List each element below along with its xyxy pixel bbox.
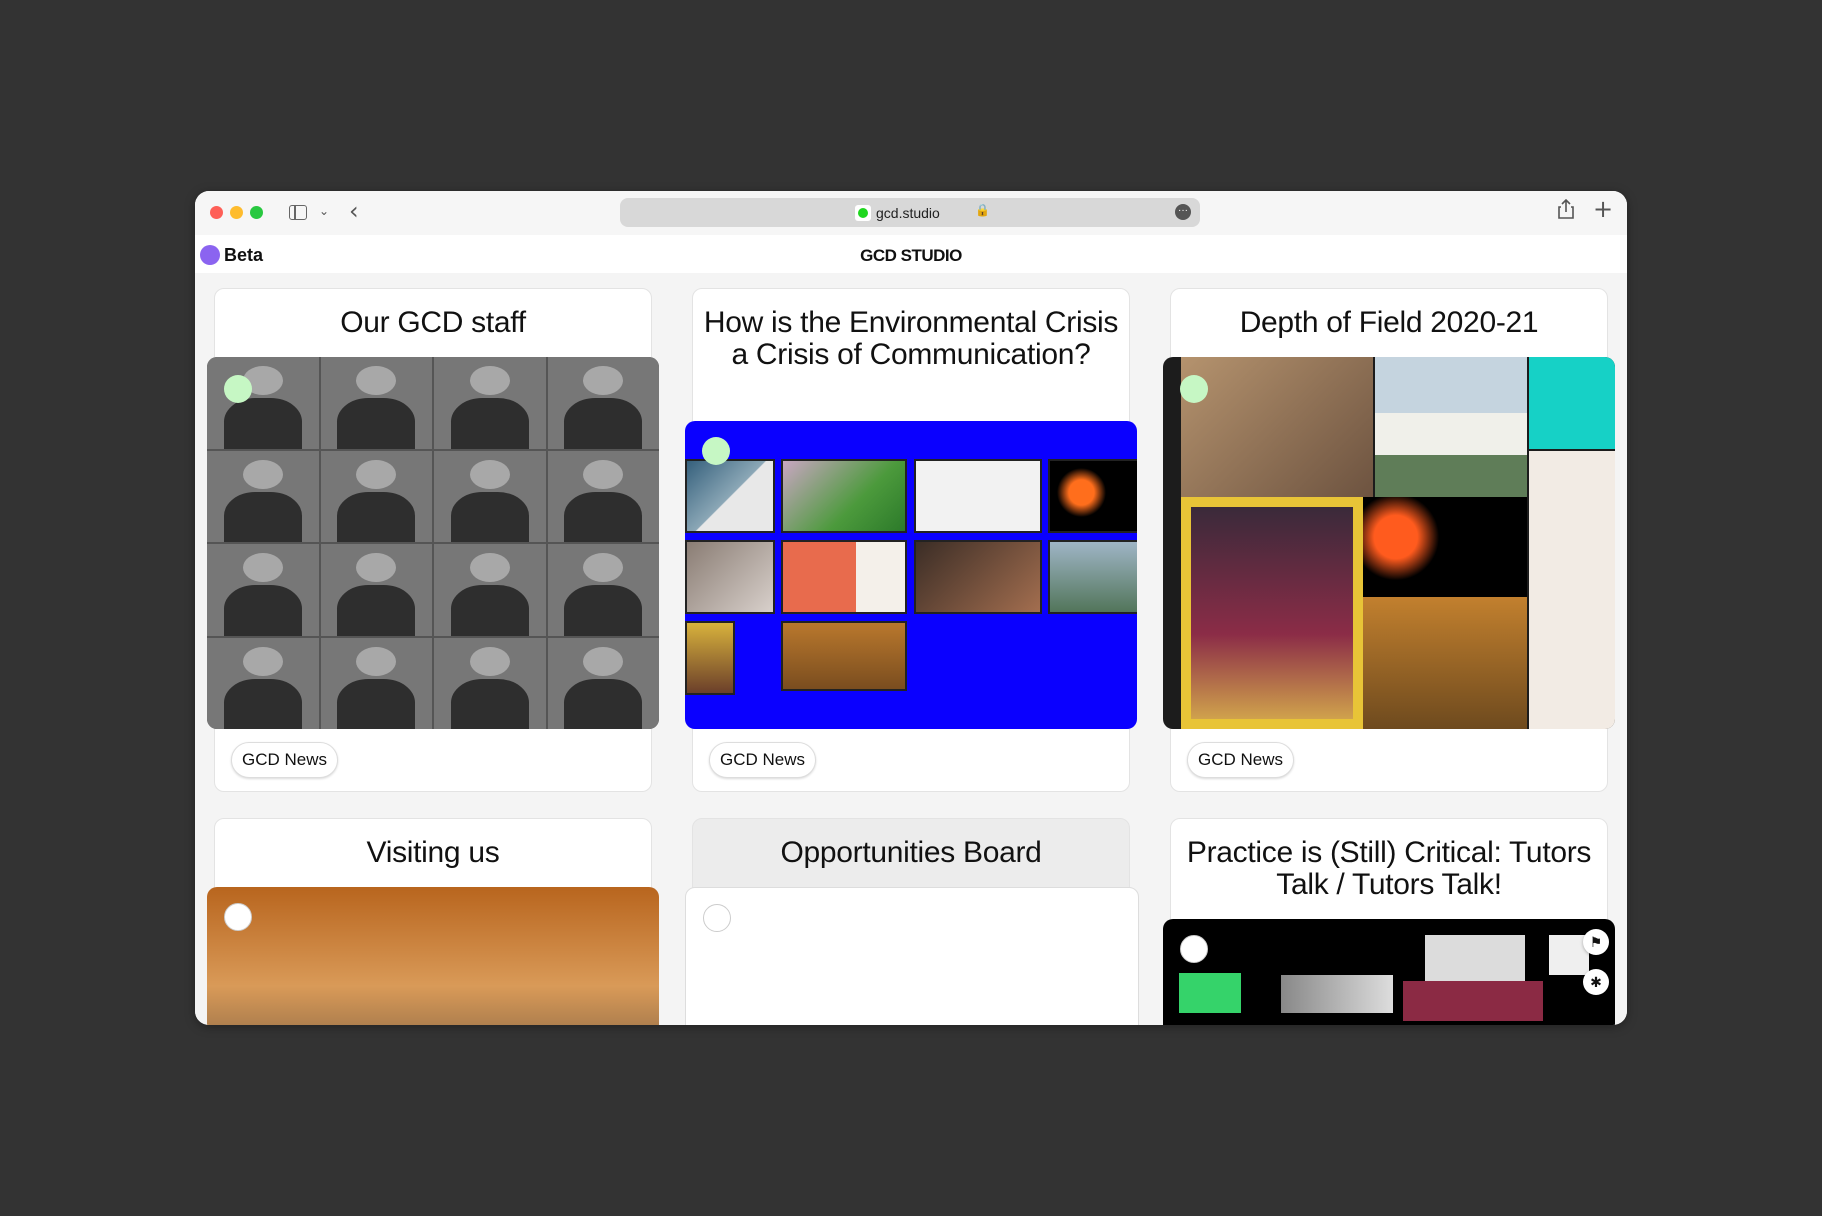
status-dot-icon <box>224 375 252 403</box>
collage-thumbnail <box>1048 540 1137 614</box>
staff-portrait <box>434 357 546 449</box>
collage-photo <box>1529 451 1615 729</box>
site-title[interactable]: GCD STUDIO <box>195 246 1627 266</box>
collage-photo <box>1425 935 1525 985</box>
flag-icon[interactable]: ⚑ <box>1583 929 1609 955</box>
browser-window: ⌄ ‹ gcd.studio 🔒 ··· + Beta GCD STUDIO O… <box>195 191 1627 1025</box>
tag-gcd-news[interactable]: GCD News <box>709 742 817 778</box>
staff-portrait <box>434 637 546 729</box>
staff-portrait <box>434 450 546 542</box>
maximize-window-button[interactable] <box>250 206 263 219</box>
card-title: Visiting us <box>366 836 500 869</box>
staff-portrait <box>207 544 319 636</box>
visiting-photo[interactable] <box>207 887 659 1025</box>
staff-portrait <box>547 637 659 729</box>
staff-portrait <box>320 544 432 636</box>
staff-portrait <box>207 450 319 542</box>
share-icon[interactable] <box>1558 198 1574 224</box>
collage-photo <box>1363 497 1527 597</box>
collage-thumbnail <box>781 459 907 533</box>
depth-of-field-collage[interactable] <box>1163 357 1615 729</box>
page-menu-icon[interactable]: ··· <box>1175 204 1191 220</box>
card-title: Practice is (Still) Critical: Tutors Tal… <box>1186 836 1592 901</box>
collage-thumbnail <box>914 459 1042 533</box>
staff-portrait <box>434 544 546 636</box>
collage-photo <box>1529 357 1615 449</box>
staff-portrait <box>320 450 432 542</box>
card-title: How is the Environmental Crisis a Crisis… <box>703 306 1119 371</box>
tutors-talk-collage[interactable]: ⚑ ✱ <box>1163 919 1615 1025</box>
url-text: gcd.studio <box>876 205 940 221</box>
magazine-cover <box>1181 497 1363 729</box>
site-header: Beta GCD STUDIO <box>195 235 1627 273</box>
card-depth-of-field[interactable]: Depth of Field 2020-21 GCD News <box>1163 288 1615 792</box>
status-dot-icon <box>702 437 730 465</box>
staff-photo-grid[interactable] <box>207 357 659 729</box>
chevron-down-icon[interactable]: ⌄ <box>319 204 329 218</box>
staff-portrait <box>207 637 319 729</box>
status-dot-icon <box>1180 375 1208 403</box>
back-icon[interactable]: ‹ <box>349 197 359 225</box>
card-environmental-crisis[interactable]: How is the Environmental Crisis a Crisis… <box>685 288 1137 792</box>
status-dot-icon <box>703 904 731 932</box>
collage-thumbnail <box>685 459 775 533</box>
collage-thumbnail <box>781 621 907 691</box>
staff-portrait <box>547 357 659 449</box>
staff-portrait <box>547 450 659 542</box>
address-bar[interactable]: gcd.studio 🔒 ··· <box>620 198 1200 227</box>
status-dot-icon <box>1180 935 1208 963</box>
opportunities-preview[interactable] <box>685 887 1139 1025</box>
staff-portrait <box>320 637 432 729</box>
lock-icon: 🔒 <box>975 203 990 217</box>
card-grid: Our GCD staff GCD News How is the Enviro… <box>195 273 1627 1025</box>
collage-photo <box>1375 357 1527 497</box>
card-gcd-staff[interactable]: Our GCD staff GCD News <box>207 288 659 792</box>
environment-collage[interactable] <box>685 421 1137 729</box>
collage-thumbnail <box>781 540 907 614</box>
browser-toolbar: ⌄ ‹ gcd.studio 🔒 ··· + <box>195 191 1627 235</box>
collage-photo <box>1281 975 1393 1013</box>
staff-portrait <box>320 357 432 449</box>
collage-photo <box>1403 981 1543 1021</box>
site-favicon-icon <box>855 205 871 221</box>
staff-portrait <box>207 357 319 449</box>
collage-thumbnail <box>1048 459 1137 533</box>
collage-photo <box>1363 597 1527 729</box>
minimize-window-button[interactable] <box>230 206 243 219</box>
collage-thumbnail <box>685 540 775 614</box>
collage-photo <box>1181 357 1373 497</box>
sidebar-toggle-icon[interactable] <box>289 205 307 220</box>
collage-photo <box>1179 973 1241 1013</box>
card-practice-critical[interactable]: Practice is (Still) Critical: Tutors Tal… <box>1163 818 1615 1025</box>
status-dot-icon <box>224 903 252 931</box>
collage-thumbnail <box>914 540 1042 614</box>
collage-thumbnail <box>685 621 735 695</box>
staff-portraits <box>207 357 659 729</box>
tag-gcd-news[interactable]: GCD News <box>231 742 339 778</box>
card-title: Depth of Field 2020-21 <box>1239 306 1539 339</box>
card-opportunities-board[interactable]: Opportunities Board <box>685 818 1139 1025</box>
bug-icon[interactable]: ✱ <box>1583 969 1609 995</box>
card-title: Our GCD staff <box>340 306 526 339</box>
close-window-button[interactable] <box>210 206 223 219</box>
card-title: Opportunities Board <box>780 836 1042 869</box>
plus-icon[interactable]: + <box>1593 195 1613 223</box>
staff-portrait <box>547 544 659 636</box>
tag-gcd-news[interactable]: GCD News <box>1187 742 1295 778</box>
card-visiting-us[interactable]: Visiting us <box>207 818 659 1025</box>
